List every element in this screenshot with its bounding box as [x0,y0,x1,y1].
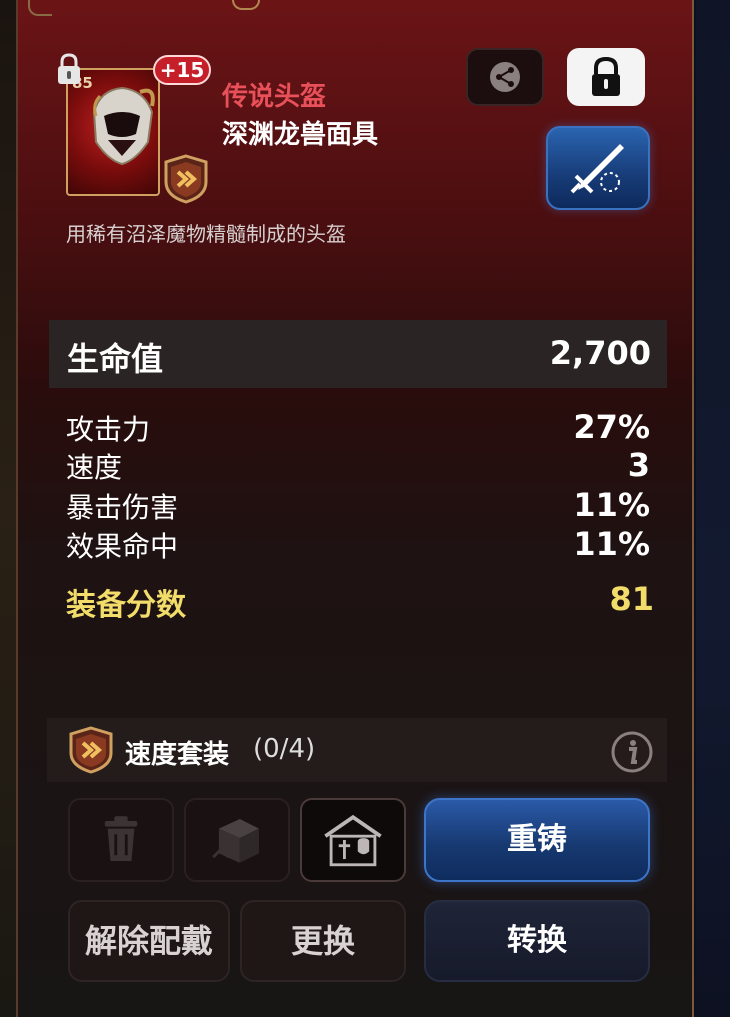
item-description: 用稀有沼泽魔物精髓制成的头盔 [66,222,346,246]
sub-stat-value: 11% [573,486,650,524]
lock-button[interactable] [567,48,645,106]
dice-icon [212,819,259,863]
set-name: 速度套装 [125,740,230,770]
info-icon[interactable] [610,730,654,774]
speed-set-icon [164,154,208,204]
enhance-badge: +15 [153,55,211,85]
item-rarity: 传说头盔 [222,82,327,112]
gear-score-label: 装备分数 [66,588,186,623]
padlock-icon [58,53,80,84]
background-right [696,0,730,1017]
corner-ornament [28,0,52,16]
convert-button[interactable]: 转换 [424,900,650,982]
change-button[interactable]: 更换 [240,900,406,982]
sub-stat-row: 速度 3 [66,446,654,484]
main-stat-label: 生命值 [67,340,164,378]
extract-button[interactable] [184,798,290,882]
sub-stat-row: 效果命中 11% [66,525,654,563]
speed-set-icon [69,726,113,774]
main-stat-value: 2,700 [549,334,651,372]
set-bonus-bar: 速度套装 (0/4) [47,718,667,782]
gear-score-value: 81 [609,580,654,618]
helmet-icon [92,86,155,166]
lock-icon [592,56,620,96]
sub-stat-row: 攻击力 27% [66,408,654,446]
sub-stat-row: 暴击伤害 11% [66,486,654,524]
storage-button[interactable] [300,798,406,882]
main-stat-row: 生命值 2,700 [49,320,667,388]
sub-stat-value: 11% [573,525,650,563]
unequip-button[interactable]: 解除配戴 [68,900,230,982]
set-count: (0/4) [253,734,316,764]
reforge-button[interactable]: 重铸 [424,798,650,882]
delete-button[interactable] [68,798,174,882]
sub-stat-label: 攻击力 [66,413,151,446]
skill-button[interactable] [546,126,650,210]
sub-stat-label: 速度 [66,451,123,484]
sub-stat-label: 效果命中 [66,530,179,563]
gear-score-row: 装备分数 81 [66,580,658,624]
item-name: 深渊龙兽面具 [222,120,379,150]
sub-stat-label: 暴击伤害 [66,491,179,524]
sword-skill-icon [570,144,624,194]
trash-icon [104,816,138,861]
share-icon [490,62,520,92]
share-button[interactable] [466,48,544,106]
sub-stat-value: 27% [573,408,650,446]
shop-icon [324,814,382,867]
sub-stat-value: 3 [627,446,650,484]
